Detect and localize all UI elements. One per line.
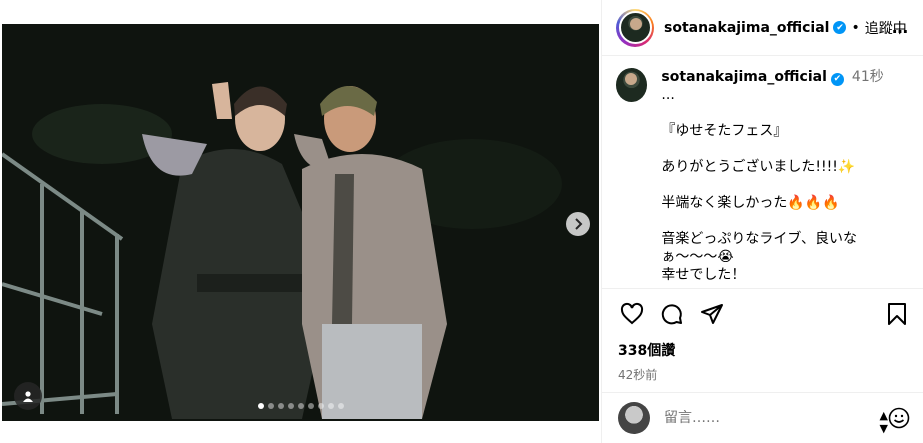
more-icon[interactable]: …	[892, 18, 909, 37]
carousel-dot	[288, 403, 294, 409]
user-tags-button[interactable]	[14, 382, 42, 410]
emoji-icon[interactable]	[888, 407, 910, 429]
photo-illustration	[2, 24, 599, 421]
caption-line: 『ゆせそたフェス』	[661, 123, 788, 139]
caption-line: 幸せでした！	[661, 267, 746, 283]
carousel-dot	[278, 403, 284, 409]
like-button[interactable]	[612, 294, 652, 334]
verified-icon: ✔	[830, 72, 844, 86]
carousel-indicators	[258, 403, 344, 409]
post-media	[0, 0, 601, 443]
caption-line: 半端なく楽しかった🔥🔥🔥	[661, 195, 840, 211]
caption-line: ありがとうございました!!!!✨	[661, 159, 856, 175]
carousel-dot	[298, 403, 304, 409]
likes-count[interactable]: 338個讚	[602, 340, 923, 360]
caption-body: sotanakajima_official ✔ 41秒 ... 『ゆせそたフェス』 …	[661, 68, 909, 288]
viewer-avatar	[618, 402, 650, 434]
next-image-button[interactable]	[566, 212, 590, 236]
posted-ago[interactable]: 42秒前	[602, 366, 923, 383]
caption-username[interactable]: sotanakajima_official	[661, 69, 826, 85]
caption-time[interactable]: 41秒	[852, 69, 884, 85]
comment-icon	[661, 303, 682, 324]
author-avatar	[618, 11, 652, 44]
carousel-dot	[318, 403, 324, 409]
caption-avatar[interactable]	[616, 68, 648, 102]
bookmark-icon	[888, 303, 906, 325]
carousel-dot	[338, 403, 344, 409]
carousel-dot	[328, 403, 334, 409]
save-button[interactable]	[877, 294, 917, 334]
user-tag-icon	[23, 391, 33, 402]
comment-bar: ▲▼	[602, 392, 923, 443]
header-separator: •	[851, 19, 860, 36]
carousel-dot	[258, 403, 264, 409]
action-bar	[602, 288, 923, 338]
verified-icon: ✔	[833, 21, 847, 34]
caption-section: sotanakajima_official ✔ 41秒 ... 『ゆせそたフェス』 …	[602, 56, 923, 288]
carousel-dot	[268, 403, 274, 409]
chevron-right-icon	[575, 218, 583, 230]
post-header: sotanakajima_official ✔ • 追蹤中 …	[602, 0, 923, 56]
expand-icon[interactable]: ▲ ▼	[880, 409, 888, 435]
carousel-dot	[308, 403, 314, 409]
author-avatar-ring[interactable]	[616, 8, 654, 47]
comment-input[interactable]	[664, 410, 854, 426]
comment-button[interactable]	[652, 294, 692, 334]
heart-icon	[620, 302, 644, 324]
author-username[interactable]: sotanakajima_official	[664, 20, 829, 36]
share-icon	[701, 303, 723, 324]
caption-line: 音楽どっぷりなライブ、良いなぁ〜〜〜😭	[661, 231, 858, 265]
post-side-panel: sotanakajima_official ✔ • 追蹤中 … sotanaka…	[601, 0, 923, 443]
post-photo[interactable]	[2, 24, 599, 421]
caption-ellipsis: ...	[661, 87, 675, 103]
share-button[interactable]	[692, 294, 732, 334]
